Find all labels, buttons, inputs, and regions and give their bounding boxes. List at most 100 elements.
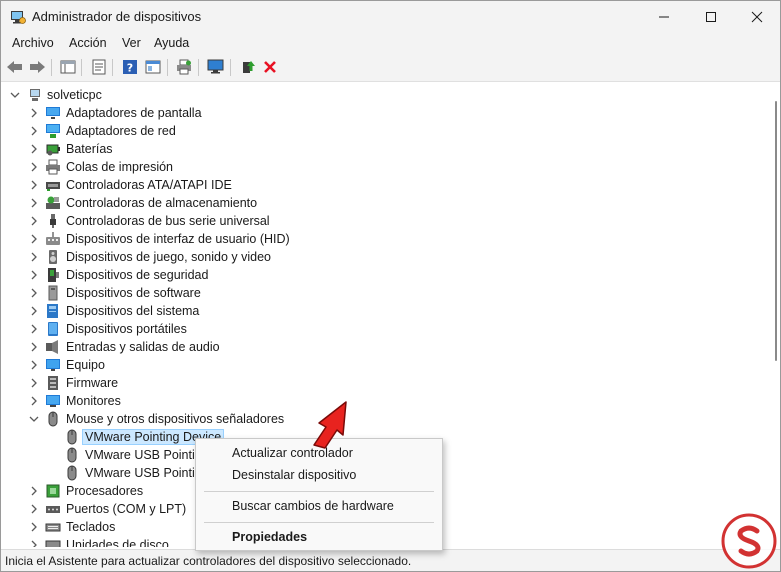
chevron-right-icon <box>31 126 37 136</box>
chevron-right-icon <box>31 396 37 406</box>
properties-menu-item[interactable]: Propiedades <box>232 530 307 544</box>
tree-root-label: solveticpc <box>47 88 102 102</box>
tree-category-label: Controladoras de bus serie universal <box>66 214 270 228</box>
tree-category-row[interactable]: Baterías <box>2 140 758 158</box>
chevron-right-icon <box>31 378 37 388</box>
monitor-icon <box>46 395 60 407</box>
system-device-icon <box>47 304 58 318</box>
chevron-right-icon <box>31 288 37 298</box>
update-driver-button[interactable] <box>239 58 257 76</box>
chevron-down-icon <box>10 92 20 98</box>
chevron-right-icon <box>31 324 37 334</box>
tree-category-row[interactable]: Dispositivos portátiles <box>2 320 758 338</box>
close-icon <box>751 11 763 22</box>
device-manager-window: Administrador de dispositivos Archivo Ac… <box>0 0 781 572</box>
chevron-right-icon <box>31 486 37 496</box>
tree-category-row[interactable]: Dispositivos de seguridad <box>2 266 758 284</box>
chevron-right-icon <box>31 306 37 316</box>
tree-category-label: Dispositivos de software <box>66 286 201 300</box>
uninstall-button[interactable] <box>261 58 279 76</box>
tree-category-label: Dispositivos de seguridad <box>66 268 209 282</box>
tree-category-row[interactable]: Dispositivos de juego, sonido y video <box>2 248 758 266</box>
window-title: Administrador de dispositivos <box>32 9 202 24</box>
tree-category-row[interactable]: Controladoras ATA/ATAPI IDE <box>2 176 758 194</box>
properties-sheet-icon <box>92 59 106 75</box>
firmware-icon <box>48 376 58 390</box>
device-manager-icon <box>11 11 26 24</box>
tree-category-label: Dispositivos del sistema <box>66 304 200 318</box>
chevron-right-icon <box>31 180 37 190</box>
tree-category-row[interactable]: Controladoras de almacenamiento <box>2 194 758 212</box>
vertical-scrollbar[interactable] <box>758 83 778 547</box>
tree-category-label: Adaptadores de pantalla <box>66 106 202 120</box>
tree-category-row[interactable]: Firmware <box>2 374 758 392</box>
tree-category-label: Dispositivos de juego, sonido y video <box>66 250 271 264</box>
tree-category-label: Controladoras de almacenamiento <box>66 196 258 210</box>
mouse-icon <box>67 465 77 481</box>
printer-icon <box>177 59 191 75</box>
print-button[interactable] <box>175 58 193 76</box>
tree-category-label: Entradas y salidas de audio <box>66 340 220 354</box>
mouse-icon <box>67 429 77 445</box>
tree-device-label: VMware USB Pointin <box>85 448 202 462</box>
mouse-icon <box>48 411 58 427</box>
portable-device-icon <box>48 322 58 336</box>
tree-category-label: Procesadores <box>66 484 144 498</box>
help-icon: ? <box>123 60 137 75</box>
chevron-right-icon <box>31 540 37 547</box>
scan-hardware-button[interactable] <box>207 58 225 76</box>
tree-category-row-expanded[interactable]: Mouse y otros dispositivos señaladores <box>2 410 758 428</box>
usb-icon <box>50 214 56 228</box>
properties-toolbar-button[interactable] <box>90 58 108 76</box>
menu-ver[interactable]: Ver <box>122 36 141 50</box>
chevron-right-icon <box>31 216 37 226</box>
tree-category-row[interactable]: Controladoras de bus serie universal <box>2 212 758 230</box>
title-bar: Administrador de dispositivos <box>1 1 780 32</box>
security-device-icon <box>48 268 59 282</box>
port-icon <box>46 506 60 513</box>
tree-category-row[interactable]: Dispositivos de interfaz de usuario (HID… <box>2 230 758 248</box>
tree-category-row[interactable]: Dispositivos de software <box>2 284 758 302</box>
forward-arrow-icon <box>30 61 45 73</box>
menu-ayuda[interactable]: Ayuda <box>154 36 189 50</box>
tree-category-row[interactable]: Equipo <box>2 356 758 374</box>
scrollbar-thumb[interactable] <box>775 101 777 361</box>
status-text: Inicia el Asistente para actualizar cont… <box>5 554 412 568</box>
menu-bar: Archivo Acción Ver Ayuda <box>1 32 780 54</box>
tree-category-label: Mouse y otros dispositivos señaladores <box>66 412 285 426</box>
chevron-right-icon <box>31 522 37 532</box>
tree-category-label: Dispositivos portátiles <box>66 322 187 336</box>
back-button[interactable] <box>6 58 24 76</box>
tree-category-row[interactable]: Colas de impresión <box>2 158 758 176</box>
tree-category-row[interactable]: Dispositivos del sistema <box>2 302 758 320</box>
toolbar-separator <box>198 59 199 76</box>
forward-button[interactable] <box>28 58 46 76</box>
close-button[interactable] <box>734 1 780 32</box>
printer-queue-icon <box>46 159 60 175</box>
context-menu: Actualizar controlador Desinstalar dispo… <box>195 438 443 551</box>
tree-root-row[interactable]: solveticpc <box>2 86 758 104</box>
tree-category-label: Controladoras ATA/ATAPI IDE <box>66 178 232 192</box>
network-adapter-icon <box>46 124 60 138</box>
menu-accion[interactable]: Acción <box>69 36 107 50</box>
chevron-right-icon <box>31 270 37 280</box>
tree-category-row[interactable]: Adaptadores de red <box>2 122 758 140</box>
tree-category-row[interactable]: Adaptadores de pantalla <box>2 104 758 122</box>
maximize-button[interactable] <box>688 1 734 32</box>
delete-x-icon <box>264 61 276 73</box>
chevron-down-icon <box>29 416 39 422</box>
menu-archivo[interactable]: Archivo <box>12 36 54 50</box>
tree-category-row[interactable]: Entradas y salidas de audio <box>2 338 758 356</box>
tree-category-label: Baterías <box>66 142 113 156</box>
show-hide-tree-button[interactable] <box>59 58 77 76</box>
chevron-right-icon <box>31 360 37 370</box>
help-button[interactable]: ? <box>121 58 139 76</box>
minimize-button[interactable] <box>641 1 687 32</box>
storage-controller-icon <box>46 196 60 209</box>
tree-category-row[interactable]: Monitores <box>2 392 758 410</box>
view-button[interactable] <box>144 58 162 76</box>
tree-category-label: Dispositivos de interfaz de usuario (HID… <box>66 232 290 246</box>
display-adapter-icon <box>46 107 60 119</box>
uninstall-device-menu-item[interactable]: Desinstalar dispositivo <box>232 468 356 482</box>
scan-hardware-menu-item[interactable]: Buscar cambios de hardware <box>232 499 394 513</box>
